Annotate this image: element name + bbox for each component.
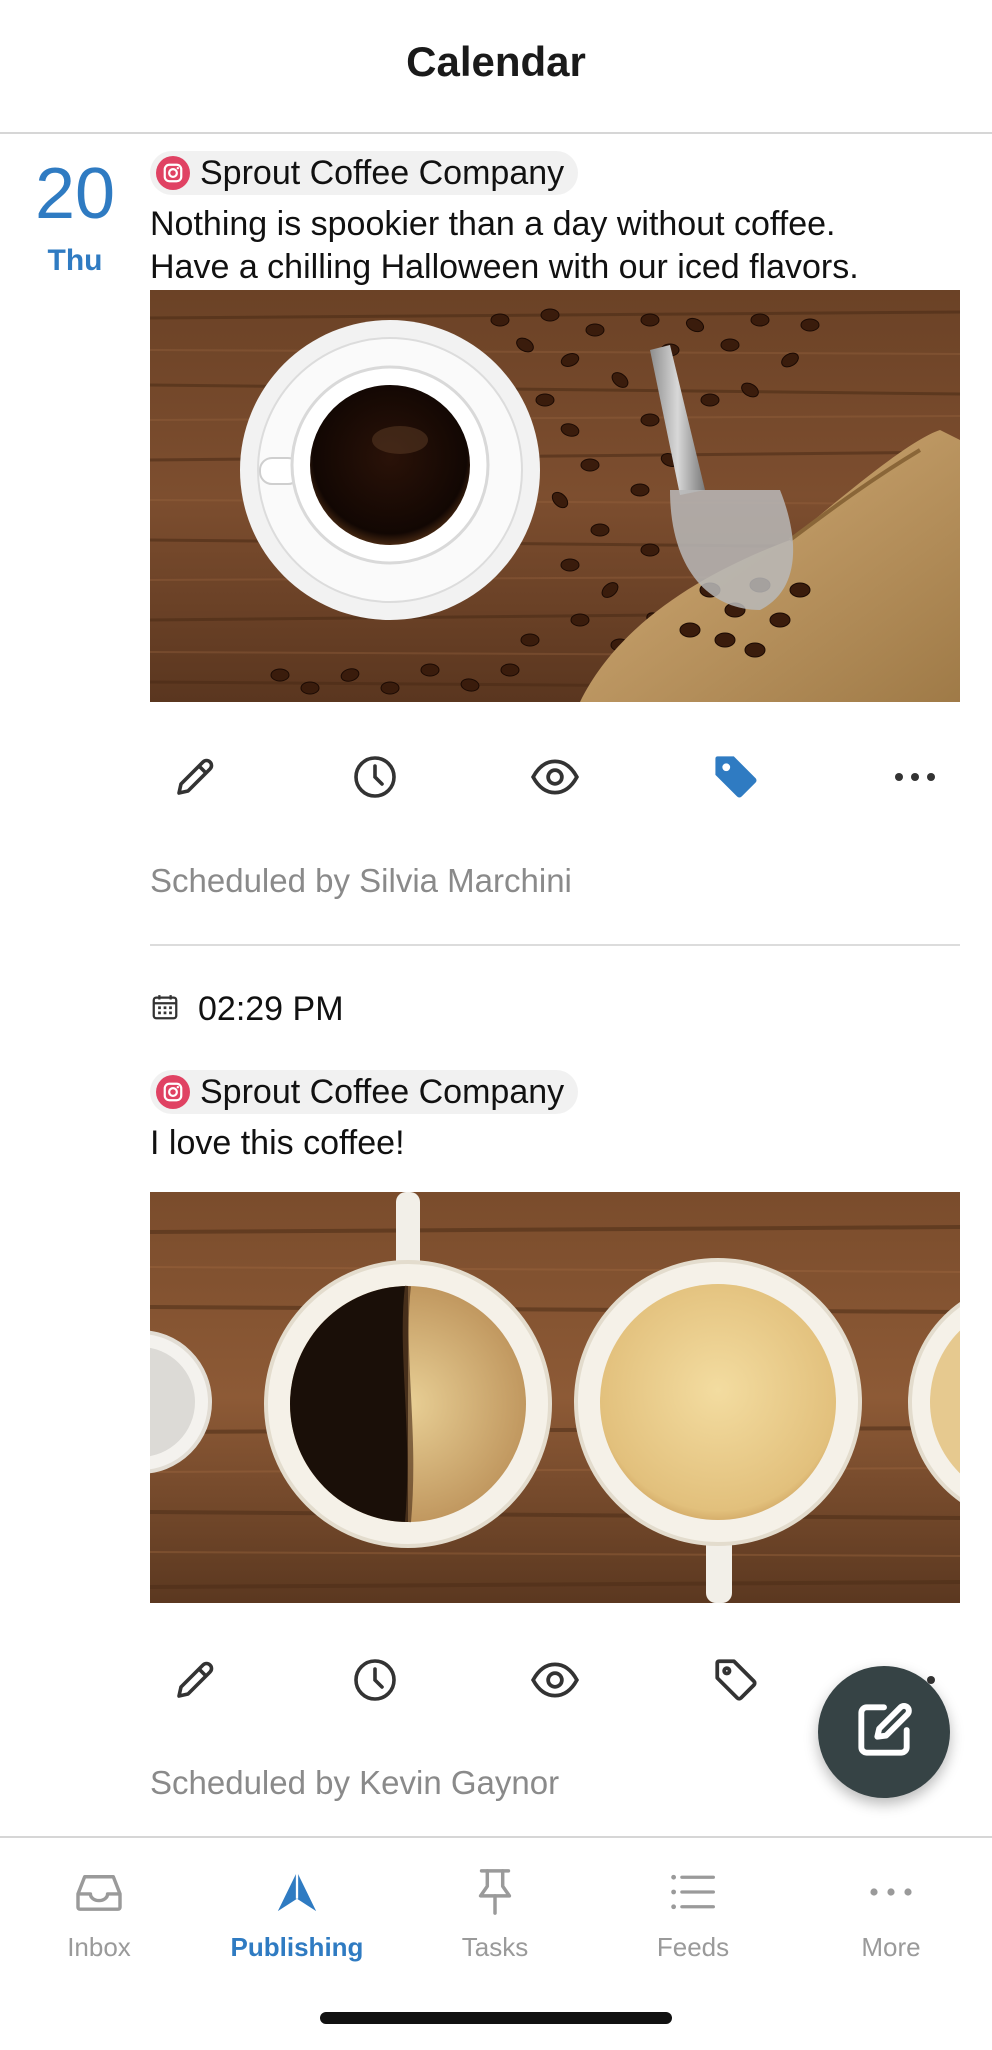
tab-inbox[interactable]: Inbox <box>0 1866 198 1976</box>
edit-icon[interactable] <box>160 742 230 812</box>
post-image[interactable] <box>150 290 960 702</box>
eye-icon[interactable] <box>520 1645 590 1715</box>
date-weekday: Thu <box>47 244 103 277</box>
scheduled-by: Scheduled by Silvia Marchini <box>150 862 572 899</box>
post-actions <box>150 742 960 812</box>
scheduled-by: Scheduled by Kevin Gaynor <box>150 1764 560 1801</box>
edit-icon[interactable] <box>160 1645 230 1715</box>
post-image[interactable] <box>150 1192 960 1603</box>
more-icon <box>868 1885 914 1903</box>
page-title: Calendar <box>406 38 586 85</box>
tab-label: Inbox <box>67 1932 131 1962</box>
post-time: 02:29 PM <box>150 984 344 1034</box>
tab-label: Tasks <box>461 1932 529 1962</box>
tab-label: Publishing <box>230 1932 364 1962</box>
post-text-line: Nothing is spookier than a day without c… <box>150 205 836 243</box>
more-icon[interactable] <box>880 742 950 812</box>
pin-icon <box>475 1867 515 1922</box>
date-label: 20 Thu <box>24 158 126 278</box>
tab-tasks[interactable]: Tasks <box>396 1866 594 1976</box>
date-day-number: 20 <box>34 154 116 234</box>
inbox-icon <box>74 1871 124 1918</box>
account-chip[interactable]: Sprout Coffee Company <box>150 1070 579 1114</box>
compose-icon <box>852 1698 916 1767</box>
tag-icon[interactable] <box>701 742 771 812</box>
tab-publishing[interactable]: Publishing <box>198 1866 396 1976</box>
post-time-text: 02:29 PM <box>198 989 344 1028</box>
instagram-icon <box>156 1075 190 1109</box>
divider <box>150 944 960 946</box>
account-name: Sprout Coffee Company <box>200 153 565 192</box>
post-text-line: I love this coffee! <box>150 1124 405 1162</box>
compose-button[interactable] <box>818 1666 950 1798</box>
post-text-line: Have a chilling Halloween with our iced … <box>150 248 859 286</box>
eye-icon[interactable] <box>520 742 590 812</box>
clock-icon[interactable] <box>340 1645 410 1715</box>
account-chip[interactable]: Sprout Coffee Company <box>150 151 579 195</box>
tab-label: More <box>861 1932 921 1962</box>
tag-icon[interactable] <box>701 1645 771 1715</box>
tab-feeds[interactable]: Feeds <box>594 1866 792 1976</box>
tab-label: Feeds <box>656 1932 730 1962</box>
calendar-icon <box>150 992 180 1027</box>
publishing-icon <box>274 1868 320 1921</box>
instagram-icon <box>156 156 190 190</box>
account-name: Sprout Coffee Company <box>200 1072 565 1111</box>
top-bar: Calendar <box>0 0 992 134</box>
list-icon <box>669 1871 717 1918</box>
home-indicator <box>320 2012 672 2024</box>
clock-icon[interactable] <box>340 742 410 812</box>
tab-more[interactable]: More <box>792 1866 990 1976</box>
